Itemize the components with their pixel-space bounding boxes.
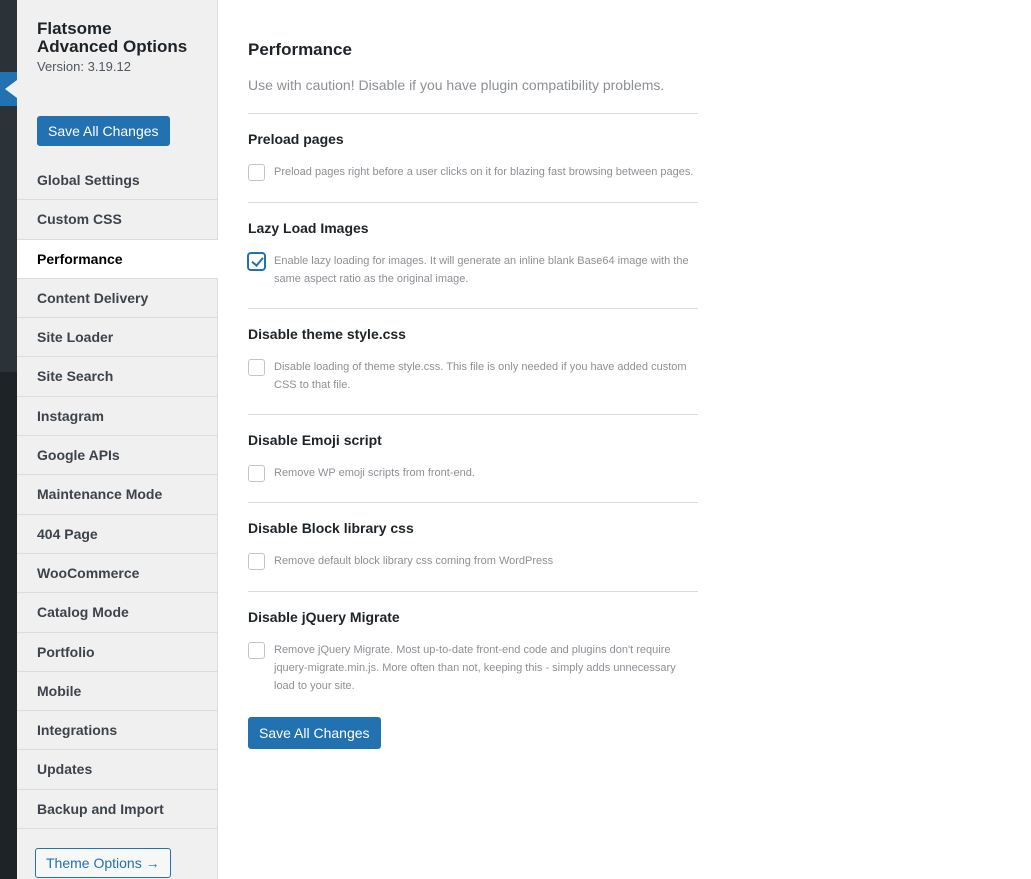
- disable-emoji-script-checkbox[interactable]: [248, 465, 265, 482]
- option-preload-pages: Preload pages Preload pages right before…: [248, 113, 698, 202]
- option-disable-emoji-script: Disable Emoji script Remove WP emoji scr…: [248, 414, 698, 502]
- page-description: Use with caution! Disable if you have pl…: [248, 77, 665, 93]
- option-title: Preload pages: [248, 131, 344, 147]
- sidebar-item-woocommerce[interactable]: WooCommerce: [17, 554, 217, 594]
- brand-title-line2: Advanced Options: [37, 37, 188, 56]
- save-all-changes-button-bottom[interactable]: Save All Changes: [248, 717, 381, 749]
- disable-jquery-migrate-checkbox[interactable]: [248, 642, 265, 659]
- option-description: Remove WP emoji scripts from front-end.: [274, 467, 475, 479]
- option-description: Enable lazy loading for images. It will …: [274, 255, 689, 285]
- option-description: Remove default block library css coming …: [274, 555, 554, 567]
- sidebar-item-site-search[interactable]: Site Search: [17, 357, 217, 397]
- option-title: Disable jQuery Migrate: [248, 609, 400, 625]
- option-description: Preload pages right before a user clicks…: [274, 166, 694, 178]
- sidebar-item-global-settings[interactable]: Global Settings: [17, 161, 217, 201]
- option-disable-block-library-css: Disable Block library css Remove default…: [248, 502, 698, 591]
- option-title: Disable theme style.css: [248, 326, 406, 342]
- main-content: Performance Use with caution! Disable if…: [248, 0, 698, 749]
- lazy-load-images-checkbox[interactable]: [248, 253, 265, 270]
- disable-theme-style-checkbox[interactable]: [248, 359, 265, 376]
- preload-pages-checkbox[interactable]: [248, 164, 265, 181]
- option-row: Preload pages right before a user clicks…: [248, 163, 698, 181]
- version-label: Version: 3.19.12: [37, 59, 131, 74]
- option-row: Remove default block library css coming …: [248, 552, 698, 570]
- sidebar-item-backup-and-import[interactable]: Backup and Import: [17, 790, 217, 830]
- options-sidebar: Flatsome Advanced Options Version: 3.19.…: [17, 0, 218, 879]
- sidebar-item-performance[interactable]: Performance: [17, 239, 218, 279]
- option-title: Disable Block library css: [248, 520, 414, 536]
- sidebar-item-updates[interactable]: Updates: [17, 750, 217, 790]
- save-all-changes-button-top[interactable]: Save All Changes: [37, 116, 170, 146]
- sidebar-item-instagram[interactable]: Instagram: [17, 397, 217, 437]
- sidebar-item-integrations[interactable]: Integrations: [17, 711, 217, 751]
- option-description: Remove jQuery Migrate. Most up-to-date f…: [274, 644, 676, 692]
- sidebar-item-404-page[interactable]: 404 Page: [17, 515, 217, 554]
- option-title: Disable Emoji script: [248, 432, 382, 448]
- option-row: Enable lazy loading for images. It will …: [248, 252, 698, 288]
- sidebar-item-portfolio[interactable]: Portfolio: [17, 633, 217, 672]
- sidebar-item-custom-css[interactable]: Custom CSS: [17, 200, 217, 240]
- option-disable-theme-style: Disable theme style.css Disable loading …: [248, 308, 698, 414]
- admin-menu-upper: [0, 0, 17, 372]
- option-row: Remove jQuery Migrate. Most up-to-date f…: [248, 641, 698, 695]
- option-disable-jquery-migrate: Disable jQuery Migrate Remove jQuery Mig…: [248, 591, 698, 695]
- admin-menu-strip: [0, 0, 17, 879]
- option-title: Lazy Load Images: [248, 220, 369, 236]
- active-pointer-icon: [5, 80, 17, 98]
- sidebar-item-catalog-mode[interactable]: Catalog Mode: [17, 593, 217, 633]
- option-lazy-load-images: Lazy Load Images Enable lazy loading for…: [248, 202, 698, 308]
- option-row: Remove WP emoji scripts from front-end.: [248, 464, 698, 482]
- brand-block: Flatsome Advanced Options Version: 3.19.…: [17, 0, 217, 75]
- sidebar-item-maintenance-mode[interactable]: Maintenance Mode: [17, 475, 217, 515]
- theme-options-link[interactable]: Theme Options →: [35, 848, 171, 879]
- sidebar-item-google-apis[interactable]: Google APIs: [17, 436, 217, 476]
- sidebar-item-mobile[interactable]: Mobile: [17, 672, 217, 712]
- page-title: Performance: [248, 40, 352, 59]
- option-row: Disable loading of theme style.css. This…: [248, 358, 698, 394]
- brand-title-line1: Flatsome: [37, 19, 112, 38]
- sidebar-item-content-delivery[interactable]: Content Delivery: [17, 279, 217, 319]
- sidebar-item-site-loader[interactable]: Site Loader: [17, 318, 217, 358]
- disable-block-library-css-checkbox[interactable]: [248, 553, 265, 570]
- option-description: Disable loading of theme style.css. This…: [274, 361, 687, 391]
- sidebar-nav: Global Settings Custom CSS Performance C…: [17, 161, 218, 830]
